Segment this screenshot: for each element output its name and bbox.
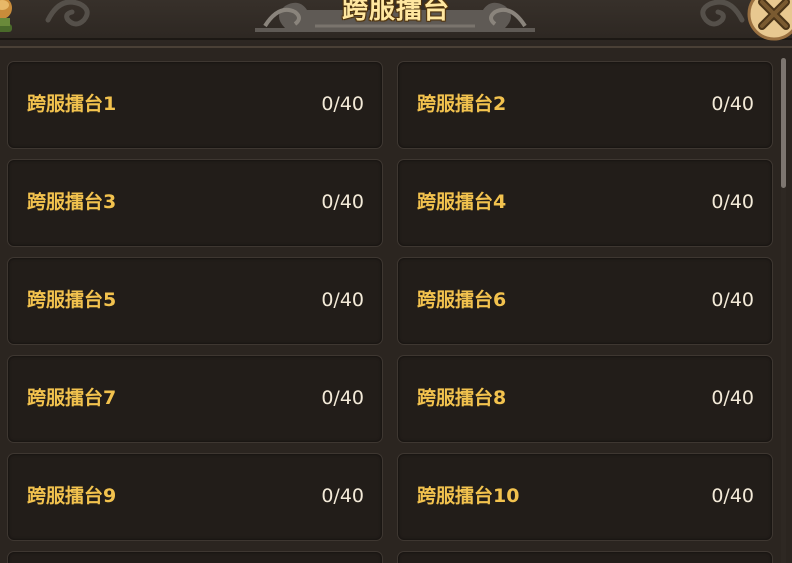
arena-player-count: 0/40 — [711, 191, 754, 213]
arena-slot-partial[interactable] — [7, 551, 383, 563]
arena-player-count: 0/40 — [321, 191, 364, 213]
arena-player-count: 0/40 — [711, 289, 754, 311]
arena-name: 跨服擂台7 — [27, 387, 117, 409]
arena-slot-10[interactable]: 跨服擂台10 0/40 — [397, 453, 773, 541]
arena-player-count: 0/40 — [321, 387, 364, 409]
arena-name: 跨服擂台2 — [417, 93, 507, 115]
arena-player-count: 0/40 — [321, 289, 364, 311]
arena-slot-9[interactable]: 跨服擂台9 0/40 — [7, 453, 383, 541]
arena-name: 跨服擂台8 — [417, 387, 507, 409]
arena-slot-6[interactable]: 跨服擂台6 0/40 — [397, 257, 773, 345]
arena-slot-1[interactable]: 跨服擂台1 0/40 — [7, 61, 383, 149]
arena-list[interactable]: 跨服擂台1 0/40 跨服擂台2 0/40 跨服擂台3 0/40 跨服擂台4 0… — [0, 48, 792, 563]
close-button[interactable] — [746, 0, 792, 42]
arena-name: 跨服擂台6 — [417, 289, 507, 311]
arena-player-count: 0/40 — [321, 485, 364, 507]
arena-slot-5[interactable]: 跨服擂台5 0/40 — [7, 257, 383, 345]
arena-name: 跨服擂台9 — [27, 485, 117, 507]
arena-name: 跨服擂台5 — [27, 289, 117, 311]
arena-slot-4[interactable]: 跨服擂台4 0/40 — [397, 159, 773, 247]
scrollbar-thumb[interactable] — [781, 58, 786, 188]
arena-slot-partial[interactable] — [397, 551, 773, 563]
arena-name: 跨服擂台1 — [27, 93, 117, 115]
arena-name: 跨服擂台4 — [417, 191, 507, 213]
arena-slot-7[interactable]: 跨服擂台7 0/40 — [7, 355, 383, 443]
arena-name: 跨服擂台3 — [27, 191, 117, 213]
header-divider — [0, 38, 792, 40]
header-bar: 跨服擂台 — [0, 0, 792, 48]
arena-player-count: 0/40 — [711, 387, 754, 409]
arena-player-count: 0/40 — [711, 93, 754, 115]
page-title: 跨服擂台 — [341, 0, 450, 25]
arena-slot-2[interactable]: 跨服擂台2 0/40 — [397, 61, 773, 149]
arena-name: 跨服擂台10 — [417, 485, 520, 507]
arena-slot-3[interactable]: 跨服擂台3 0/40 — [7, 159, 383, 247]
arena-player-count: 0/40 — [321, 93, 364, 115]
pot-icon — [0, 0, 12, 32]
arena-slot-8[interactable]: 跨服擂台8 0/40 — [397, 355, 773, 443]
arena-player-count: 0/40 — [711, 485, 754, 507]
